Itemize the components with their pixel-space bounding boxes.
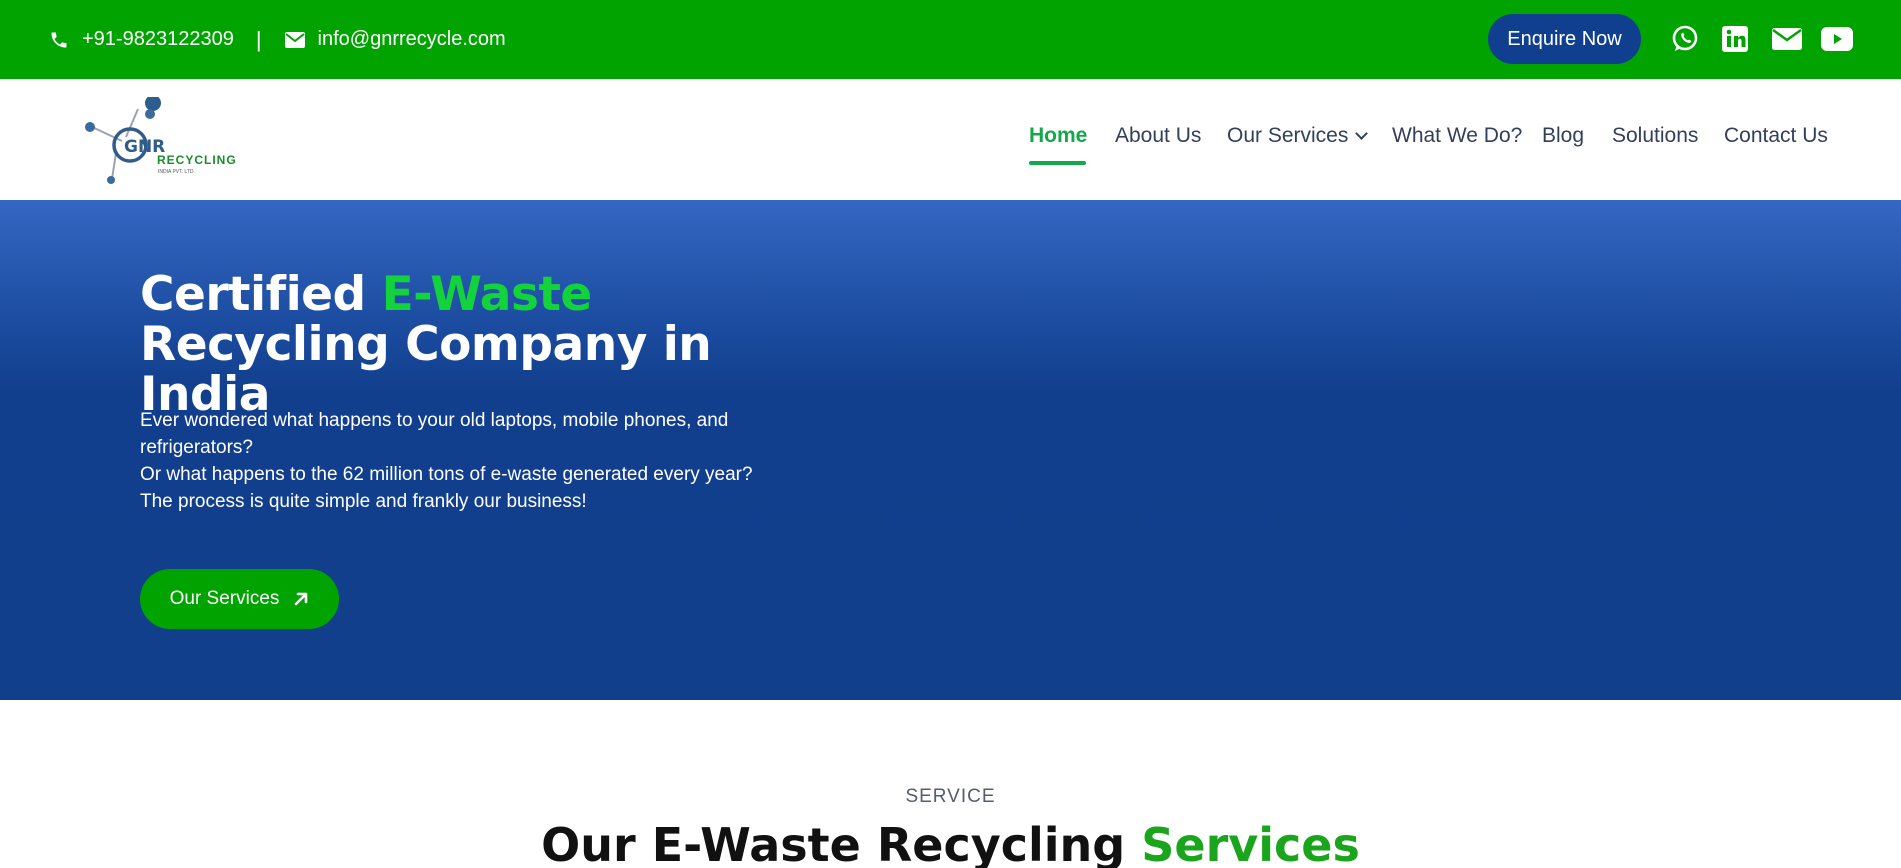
youtube-icon[interactable] <box>1820 24 1854 54</box>
nav-home[interactable]: Home <box>1029 124 1087 148</box>
site-header: GNR RECYCLING INDIA PVT. LTD. Home About… <box>0 79 1901 200</box>
nav-blog[interactable]: Blog <box>1542 124 1584 148</box>
service-title-highlight: Services <box>1141 818 1360 868</box>
chevron-down-icon <box>1355 127 1369 140</box>
logo-subtitle: INDIA PVT. LTD. <box>158 169 195 175</box>
service-title-part1: Our E-Waste Recycling <box>541 818 1142 868</box>
nav-what-we-do[interactable]: What We Do? <box>1392 124 1522 148</box>
email-link[interactable]: info@gnrrecycle.com <box>318 28 506 51</box>
nav-about-us[interactable]: About Us <box>1115 124 1201 148</box>
nav-contact-us[interactable]: Contact Us <box>1724 124 1828 148</box>
phone-icon <box>48 29 70 51</box>
our-services-button[interactable]: Our Services <box>140 569 339 629</box>
hero-description: Ever wondered what happens to your old l… <box>140 407 800 515</box>
our-services-button-label: Our Services <box>169 588 280 609</box>
contact-info: +91-9823122309 | info@gnrrecycle.com <box>48 0 506 79</box>
service-section-title: Our E-Waste Recycling Services <box>0 818 1901 868</box>
hero-title-highlight: E-Waste <box>381 267 593 322</box>
hero-title-part1: Certified <box>140 267 382 322</box>
nav-our-services[interactable]: Our Services <box>1227 124 1369 148</box>
hero-title: Certified E-Waste Recycling Company in I… <box>140 270 840 420</box>
contact-separator: | <box>255 26 262 52</box>
hero-line-1: Ever wondered what happens to your old l… <box>140 410 729 458</box>
whatsapp-icon[interactable] <box>1670 24 1700 54</box>
logo-recycling-text: RECYCLING <box>157 153 237 167</box>
linkedin-icon[interactable] <box>1720 24 1750 54</box>
service-section-label: SERVICE <box>905 786 996 807</box>
email-icon <box>284 29 306 51</box>
company-logo[interactable]: GNR RECYCLING INDIA PVT. LTD. <box>84 95 237 185</box>
enquire-now-button[interactable]: Enquire Now <box>1488 14 1641 64</box>
nav-our-services-label: Our Services <box>1227 124 1349 147</box>
hero-line-3: The process is quite simple and frankly … <box>140 491 587 512</box>
hero-banner: Certified E-Waste Recycling Company in I… <box>0 200 1901 700</box>
nav-solutions[interactable]: Solutions <box>1612 124 1698 148</box>
arrow-up-right-icon <box>293 591 309 607</box>
phone-link[interactable]: +91-9823122309 <box>82 28 234 51</box>
mail-icon[interactable] <box>1770 24 1804 54</box>
top-contact-bar: +91-9823122309 | info@gnrrecycle.com Enq… <box>0 0 1901 79</box>
hero-line-2: Or what happens to the 62 million tons o… <box>140 464 753 485</box>
active-nav-underline <box>1029 161 1086 165</box>
